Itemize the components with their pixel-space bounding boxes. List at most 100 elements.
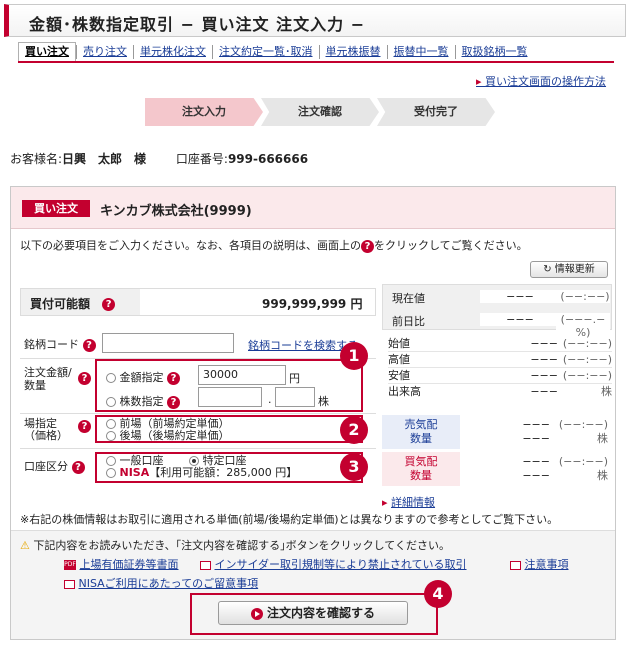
nisa-info: 【利用可能額：285,000 円】 <box>149 466 298 479</box>
progress-steps: 注文入力 注文確認 受付完了 <box>145 98 495 126</box>
warning-label: 下記内容をお読みいただき、｢注文内容を確認する｣ボタンをクリックしてください。 <box>33 539 450 552</box>
account-help-icon[interactable]: ? <box>71 460 85 474</box>
low-time: (−−:−−) <box>562 369 612 382</box>
refresh-icon: ↻ <box>543 264 552 275</box>
volume-unit: 株 <box>601 385 612 398</box>
tab-stock-list[interactable]: 取扱銘柄一覧 <box>454 45 534 59</box>
divider <box>20 413 376 414</box>
refresh-button[interactable]: ↻ 情報更新 <box>530 261 608 278</box>
window-icon <box>510 560 521 570</box>
market-pm-radio[interactable] <box>106 431 116 441</box>
buy-order-badge: 買い注文 <box>22 200 90 217</box>
doc-link-1[interactable]: PDF 上場有価証券等書面 <box>64 556 179 572</box>
tab-buy[interactable]: 買い注文 <box>18 42 76 62</box>
market-options: 前場（前場約定単価） 後場（後場約定単価） <box>106 418 230 442</box>
shares-radio[interactable] <box>106 397 116 407</box>
amount-label: 注文金額/ 数量 <box>24 366 72 392</box>
general-radio[interactable] <box>106 456 116 466</box>
amount-radio[interactable] <box>106 373 116 383</box>
bid-label-line1: 買気配 <box>404 455 438 468</box>
ohlc-row: 始値 −−− (−−:−−) <box>388 336 612 352</box>
nisa-radio[interactable] <box>106 468 116 478</box>
volume-label: 出来高 <box>388 385 421 398</box>
shares-decimal-input[interactable] <box>275 387 315 407</box>
confirm-order-button[interactable]: 注文内容を確認する <box>218 601 408 625</box>
detail-info-link[interactable]: ▸ 詳細情報 <box>382 494 435 510</box>
account-type-label-text: 口座区分 <box>24 460 68 473</box>
amount-input[interactable]: 30000 <box>198 365 286 385</box>
market-option-pm[interactable]: 後場（後場約定単価） <box>106 430 230 442</box>
callout-2: 2 <box>340 416 368 444</box>
specific-radio[interactable] <box>189 456 199 466</box>
doc-link-2[interactable]: インサイダー取引規制等により禁止されている取引 <box>200 556 467 572</box>
tab-unit-order[interactable]: 単元株化注文 <box>133 45 212 59</box>
warning-icon: ⚠ <box>20 539 30 552</box>
tab-unit-transfer[interactable]: 単元株振替 <box>318 45 387 59</box>
divider <box>20 448 376 449</box>
volume-value: −−− <box>530 385 558 398</box>
doc-link-4[interactable]: NISAご利用にあたってのご留意事項 <box>64 575 258 591</box>
current-price-value: −−− <box>480 290 560 303</box>
ask-label: 売気配 数量 <box>382 418 460 446</box>
amount-label-line2: 数量 <box>24 379 46 392</box>
bid-value: −−− <box>522 455 550 468</box>
amount-option-help-icon[interactable]: ? <box>167 371 180 385</box>
doc-link-3-label: 注意事項 <box>524 558 569 571</box>
callout-4: 4 <box>424 580 452 608</box>
help-icon: ? <box>361 239 374 253</box>
intro-text: 以下の必要項目をご入力ください。なお、各項目の説明は、画面上の? をクリックしてご… <box>20 237 528 253</box>
prev-change-label: 前日比 <box>392 315 425 328</box>
help-link[interactable]: 買い注文画面の操作方法 <box>476 73 606 89</box>
step-complete: 受付完了 <box>377 98 495 126</box>
account-number: 999-666666 <box>227 152 309 166</box>
order-tabs: 買い注文 売り注文 単元株化注文 注文約定一覧･取消 単元株振替 振替中一覧 取… <box>18 42 534 62</box>
market-am-radio[interactable] <box>106 419 116 429</box>
shares-option-help-icon[interactable]: ? <box>167 395 180 409</box>
tab-underline <box>18 61 614 63</box>
callout-3: 3 <box>340 453 368 481</box>
open-time: (−−:−−) <box>562 337 612 350</box>
bid-time: (−−:−−) <box>558 455 608 468</box>
window-icon <box>64 579 75 589</box>
tab-order-list[interactable]: 注文約定一覧･取消 <box>212 45 319 59</box>
ask-label-line1: 売気配 <box>404 418 438 431</box>
stock-code-input[interactable] <box>102 333 234 353</box>
customer-info: お客様名:日興 太郎 様 口座番号:999-666666 <box>10 150 308 167</box>
amount-help-icon[interactable]: ? <box>78 372 91 385</box>
high-label: 高値 <box>388 353 410 366</box>
shares-integer-input[interactable] <box>198 387 262 407</box>
account-nisa-option[interactable]: NISA【利用可能額：285,000 円】 <box>106 467 297 479</box>
open-value: −−− <box>530 337 558 350</box>
code-help-icon[interactable]: ? <box>82 338 96 352</box>
tab-sell[interactable]: 売り注文 <box>76 45 133 59</box>
warning-text: ⚠ 下記内容をお読みいただき、｢注文内容を確認する｣ボタンをクリックしてください… <box>20 537 450 553</box>
tab-transfer-list[interactable]: 振替中一覧 <box>386 45 455 59</box>
prev-change-value: −−− <box>480 313 560 326</box>
step-confirm: 注文確認 <box>261 98 379 126</box>
bid-values: −−− (−−:−−) −−− 株 <box>470 455 608 483</box>
ohlc-row: 出来高 −−− 株 <box>388 384 612 399</box>
intro-text-after: をクリックしてご覧ください。 <box>374 239 528 252</box>
amount-option-label: 金額指定 <box>119 371 164 384</box>
market-help-icon[interactable]: ? <box>78 420 91 433</box>
current-price-time: (−−:−−) <box>560 290 610 303</box>
doc-link-3[interactable]: 注意事項 <box>510 556 569 572</box>
open-label: 始値 <box>388 337 410 350</box>
ask-time: (−−:−−) <box>558 418 608 431</box>
account-options: 一般口座 特定口座 NISA【利用可能額：285,000 円】 <box>106 455 297 479</box>
account-number-label: 口座番号: <box>175 152 228 166</box>
shares-option[interactable]: 株数指定 ? <box>106 393 180 409</box>
callout-1: 1 <box>340 342 368 370</box>
doc-link-4-label: NISAご利用にあたってのご留意事項 <box>78 577 259 590</box>
nisa-label: NISA <box>119 466 150 479</box>
available-help-icon[interactable]: ? <box>102 298 116 311</box>
ohlc-table: 始値 −−− (−−:−−) 高値 −−− (−−:−−) 安値 −−− (−−:−−) 出… <box>388 336 612 399</box>
low-label: 安値 <box>388 369 410 382</box>
market-label-line2: （価格） <box>24 429 68 442</box>
amount-option[interactable]: 金額指定 ? <box>106 369 180 385</box>
bid-unit: 株 <box>597 469 608 482</box>
stock-name: キンカブ株式会社(9999) <box>100 204 252 219</box>
low-value: −−− <box>530 369 558 382</box>
bid-qty: −−− <box>522 469 550 482</box>
high-time: (−−:−−) <box>562 353 612 366</box>
